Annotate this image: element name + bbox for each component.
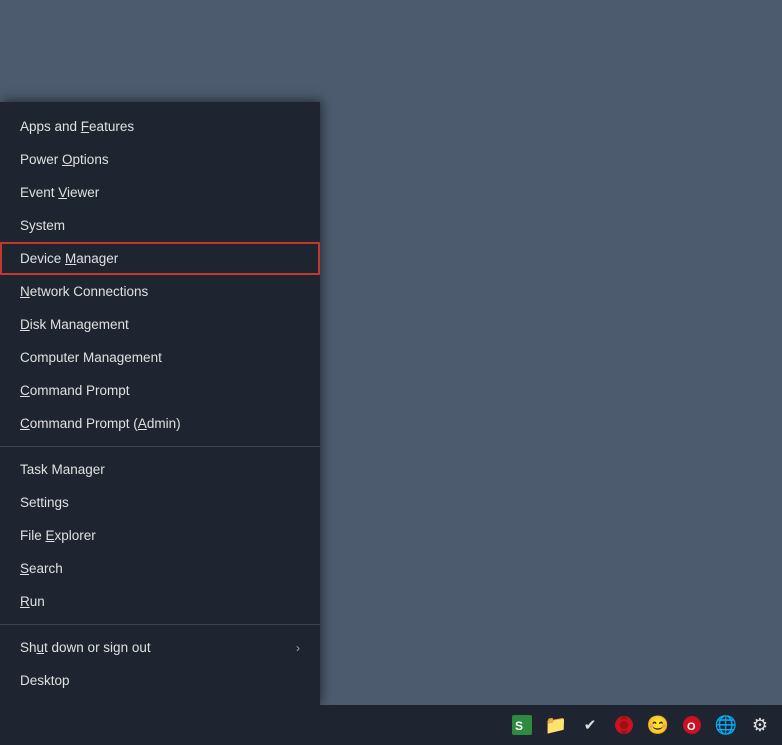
- taskbar-folder-icon[interactable]: 📁: [542, 711, 570, 739]
- taskbar: S 📁 ✔ 😊 O 🌐 ⚙: [0, 705, 782, 745]
- menu-item-system[interactable]: System: [0, 209, 320, 242]
- chevron-right-icon: ›: [296, 641, 300, 655]
- taskbar-check-icon[interactable]: ✔: [576, 711, 604, 739]
- svg-text:O: O: [687, 721, 696, 733]
- menu-item-command-prompt-admin[interactable]: Command Prompt (Admin): [0, 407, 320, 440]
- menu-item-apps-features[interactable]: Apps and Features: [0, 110, 320, 143]
- menu-item-command-prompt[interactable]: Command Prompt: [0, 374, 320, 407]
- menu-item-desktop[interactable]: Desktop: [0, 664, 320, 697]
- svg-text:S: S: [515, 719, 523, 733]
- taskbar-browser-icon[interactable]: 🌐: [712, 711, 740, 739]
- desktop: Apps and Features Power Options Event Vi…: [0, 0, 782, 745]
- taskbar-opera-icon[interactable]: [610, 711, 638, 739]
- menu-item-device-manager[interactable]: Device Manager: [0, 242, 320, 275]
- menu-item-computer-management[interactable]: Computer Management: [0, 341, 320, 374]
- menu-item-file-explorer[interactable]: File Explorer: [0, 519, 320, 552]
- divider-1: [0, 446, 320, 447]
- menu-item-disk-management[interactable]: Disk Management: [0, 308, 320, 341]
- divider-2: [0, 624, 320, 625]
- menu-item-settings[interactable]: Settings: [0, 486, 320, 519]
- taskbar-rss-icon[interactable]: S: [508, 711, 536, 739]
- taskbar-emoji-icon[interactable]: 😊: [644, 711, 672, 739]
- taskbar-circle-icon[interactable]: O: [678, 711, 706, 739]
- menu-item-shut-down[interactable]: Shut down or sign out ›: [0, 631, 320, 664]
- context-menu: Apps and Features Power Options Event Vi…: [0, 102, 320, 705]
- menu-item-network-connections[interactable]: Network Connections: [0, 275, 320, 308]
- menu-item-task-manager[interactable]: Task Manager: [0, 453, 320, 486]
- taskbar-gear-icon[interactable]: ⚙: [746, 711, 774, 739]
- menu-item-run[interactable]: Run: [0, 585, 320, 618]
- menu-item-power-options[interactable]: Power Options: [0, 143, 320, 176]
- menu-item-event-viewer[interactable]: Event Viewer: [0, 176, 320, 209]
- menu-item-search[interactable]: Search: [0, 552, 320, 585]
